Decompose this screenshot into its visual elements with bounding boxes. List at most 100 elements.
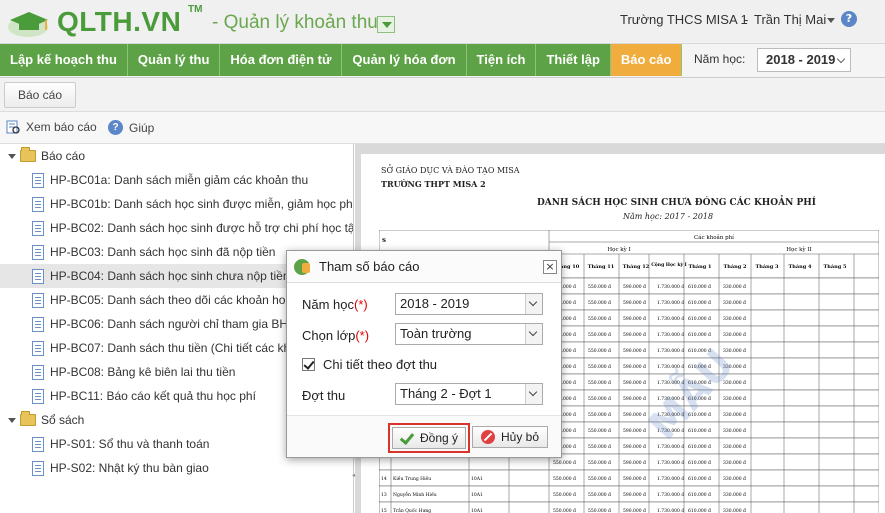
table-cell: 1.730.000 đ xyxy=(657,348,684,354)
view-report-icon xyxy=(6,120,20,134)
table-header-total: Cộng Học kỳ I xyxy=(651,261,687,268)
tree-group-books[interactable]: Sổ sách xyxy=(8,408,84,432)
table-cell: 610.000 đ xyxy=(688,460,711,466)
tree-item-report[interactable]: HP-BC08: Bảng kê biên lai thu tiền xyxy=(32,360,235,384)
app-switch-dropdown[interactable] xyxy=(377,16,395,33)
table-cell: 590.000 đ xyxy=(623,428,646,434)
cancel-button[interactable]: Hủy bỏ xyxy=(472,426,548,448)
help-icon: ? xyxy=(108,120,123,135)
report-doc-icon xyxy=(32,388,44,404)
nav-item-4[interactable]: Tiện ích xyxy=(466,44,537,76)
table-cell: 550.000 đ xyxy=(588,476,611,482)
tree-item-report[interactable]: HP-BC01a: Danh sách miễn giảm các khoản … xyxy=(32,168,308,192)
class-select[interactable]: Toàn trường xyxy=(395,323,543,345)
expand-arrow-icon[interactable] xyxy=(8,153,16,159)
table-cell: 1.730.000 đ xyxy=(657,492,684,498)
table-cell-class: 10A1 xyxy=(471,508,483,513)
table-cell: 610.000 đ xyxy=(688,284,711,290)
tree-item-report[interactable]: HP-BC03: Danh sách học sinh đã nộp tiền xyxy=(32,240,275,264)
nav-item-0[interactable]: Lập kế hoạch thu xyxy=(0,44,128,76)
period-field-label: Đợt thu xyxy=(302,388,346,403)
report-doc-icon xyxy=(32,364,44,380)
app-header: QLTH.VN TM - Quản lý khoản thu Trường TH… xyxy=(0,0,885,44)
table-cell: 1.730.000 đ xyxy=(657,316,684,322)
table-cell: 330.000 đ xyxy=(723,284,746,290)
table-cell: 590.000 đ xyxy=(623,508,646,513)
table-cell: 610.000 đ xyxy=(688,508,711,513)
nav-item-6[interactable]: Báo cáo xyxy=(610,44,683,76)
check-icon xyxy=(400,433,414,443)
table-cell: 330.000 đ xyxy=(723,492,746,498)
table-cell: 610.000 đ xyxy=(688,300,711,306)
table-cell: 330.000 đ xyxy=(723,444,746,450)
year-label-text: Năm học xyxy=(302,297,355,312)
dialog-header: Tham số báo cáo × xyxy=(287,251,561,283)
school-year-label: Năm học: xyxy=(694,52,746,66)
table-cell: 610.000 đ xyxy=(688,316,711,322)
chevron-down-icon[interactable] xyxy=(525,384,542,404)
table-header-month: Tháng 1 xyxy=(689,263,712,270)
view-report-button[interactable]: Xem báo cáo xyxy=(6,120,97,134)
ok-button[interactable]: Đồng ý xyxy=(392,427,466,449)
nav-item-5[interactable]: Thiết lập xyxy=(536,44,611,76)
chevron-down-icon[interactable] xyxy=(525,294,542,314)
tree-item-report[interactable]: HP-BC01b: Danh sách học sinh được miễn, … xyxy=(32,192,353,216)
help-button[interactable]: ? Giúp xyxy=(108,120,154,135)
nav-item-2[interactable]: Hóa đơn điện tử xyxy=(220,44,343,76)
cancel-icon xyxy=(480,430,495,444)
report-button[interactable]: Báo cáo xyxy=(4,82,76,108)
table-cell: 330.000 đ xyxy=(723,476,746,482)
detail-by-period-checkbox[interactable] xyxy=(302,358,315,371)
period-select[interactable]: Tháng 2 - Đợt 1 xyxy=(395,383,543,405)
table-cell: 590.000 đ xyxy=(623,396,646,402)
tree-group-reports[interactable]: Báo cáo xyxy=(8,144,85,168)
tree-item-report[interactable]: HP-BC05: Danh sách theo dõi các khoản ho… xyxy=(32,288,316,312)
table-cell: 550.000 đ xyxy=(588,396,611,402)
school-year-select[interactable]: 2018 - 2019 xyxy=(757,48,851,72)
help-label: Giúp xyxy=(129,120,155,135)
tree-group-label: Sổ sách xyxy=(41,413,85,427)
book-doc-icon xyxy=(32,460,44,476)
year-field-label: Năm học(*) xyxy=(302,297,368,312)
table-cell: 590.000 đ xyxy=(623,300,646,306)
table-cell: 550.000 đ xyxy=(588,428,611,434)
ok-label: Đồng ý xyxy=(419,431,459,445)
nav-item-3[interactable]: Quản lý hóa đơn xyxy=(342,44,467,76)
report-doc-icon xyxy=(32,196,44,212)
table-cell: 590.000 đ xyxy=(623,316,646,322)
tree-item-label: HP-S01: Sổ thu và thanh toán xyxy=(50,437,210,451)
tree-item-report[interactable]: HP-BC02: Danh sách học sinh được hỗ trợ … xyxy=(32,216,354,240)
nav-item-1[interactable]: Quản lý thu xyxy=(127,44,221,76)
tree-item-report[interactable]: HP-BC11: Báo cáo kết quả thu học phí xyxy=(32,384,256,408)
table-header-month: Tháng 2 xyxy=(724,263,747,270)
report-doc-icon xyxy=(32,316,44,332)
report-department: SỞ GIÁO DỤC VÀ ĐÀO TẠO MISA xyxy=(381,166,520,175)
detail-by-period-label: Chi tiết theo đợt thu xyxy=(323,357,438,372)
expand-arrow-icon[interactable] xyxy=(8,417,16,423)
tree-item-book[interactable]: HP-S02: Nhật ký thu bàn giao xyxy=(32,456,209,480)
required-mark: (*) xyxy=(355,328,370,343)
close-icon[interactable]: × xyxy=(543,260,557,274)
logo-text: QLTH.VN xyxy=(57,6,182,37)
dialog-footer: Đồng ý Hủy bỏ xyxy=(287,415,561,457)
tree-item-report[interactable]: HP-BC06: Danh sách người chỉ tham gia BH… xyxy=(32,312,303,336)
table-cell: 610.000 đ xyxy=(688,492,711,498)
tree-item-book[interactable]: HP-S01: Sổ thu và thanh toán xyxy=(32,432,209,456)
table-cell: 550.000 đ xyxy=(553,508,576,513)
table-header-month: Tháng 11 xyxy=(588,263,614,270)
table-header-fees: Các khoản phí xyxy=(694,234,734,241)
table-header-month: Tháng 12 xyxy=(623,263,650,270)
tree-item-label: HP-BC01a: Danh sách miễn giảm các khoản … xyxy=(50,173,309,187)
chevron-down-icon[interactable] xyxy=(827,18,835,23)
table-cell: 550.000 đ xyxy=(588,412,611,418)
chevron-down-icon[interactable] xyxy=(525,324,542,344)
tree-item-label: HP-BC08: Bảng kê biên lai thu tiền xyxy=(50,365,236,379)
user-menu[interactable]: Trần Thị Mai xyxy=(754,12,826,27)
year-select[interactable]: 2018 - 2019 xyxy=(395,293,543,315)
help-icon[interactable]: ? xyxy=(841,11,857,27)
class-label-text: Chọn lớp xyxy=(302,328,356,343)
tree-item-label: HP-BC04: Danh sách học sinh chưa nộp tiề… xyxy=(50,269,290,283)
table-header-month: Tháng 3 xyxy=(756,263,779,270)
tree-item-label: HP-BC02: Danh sách học sinh được hỗ trợ … xyxy=(50,221,354,235)
ok-button-highlight: Đồng ý xyxy=(388,423,470,453)
